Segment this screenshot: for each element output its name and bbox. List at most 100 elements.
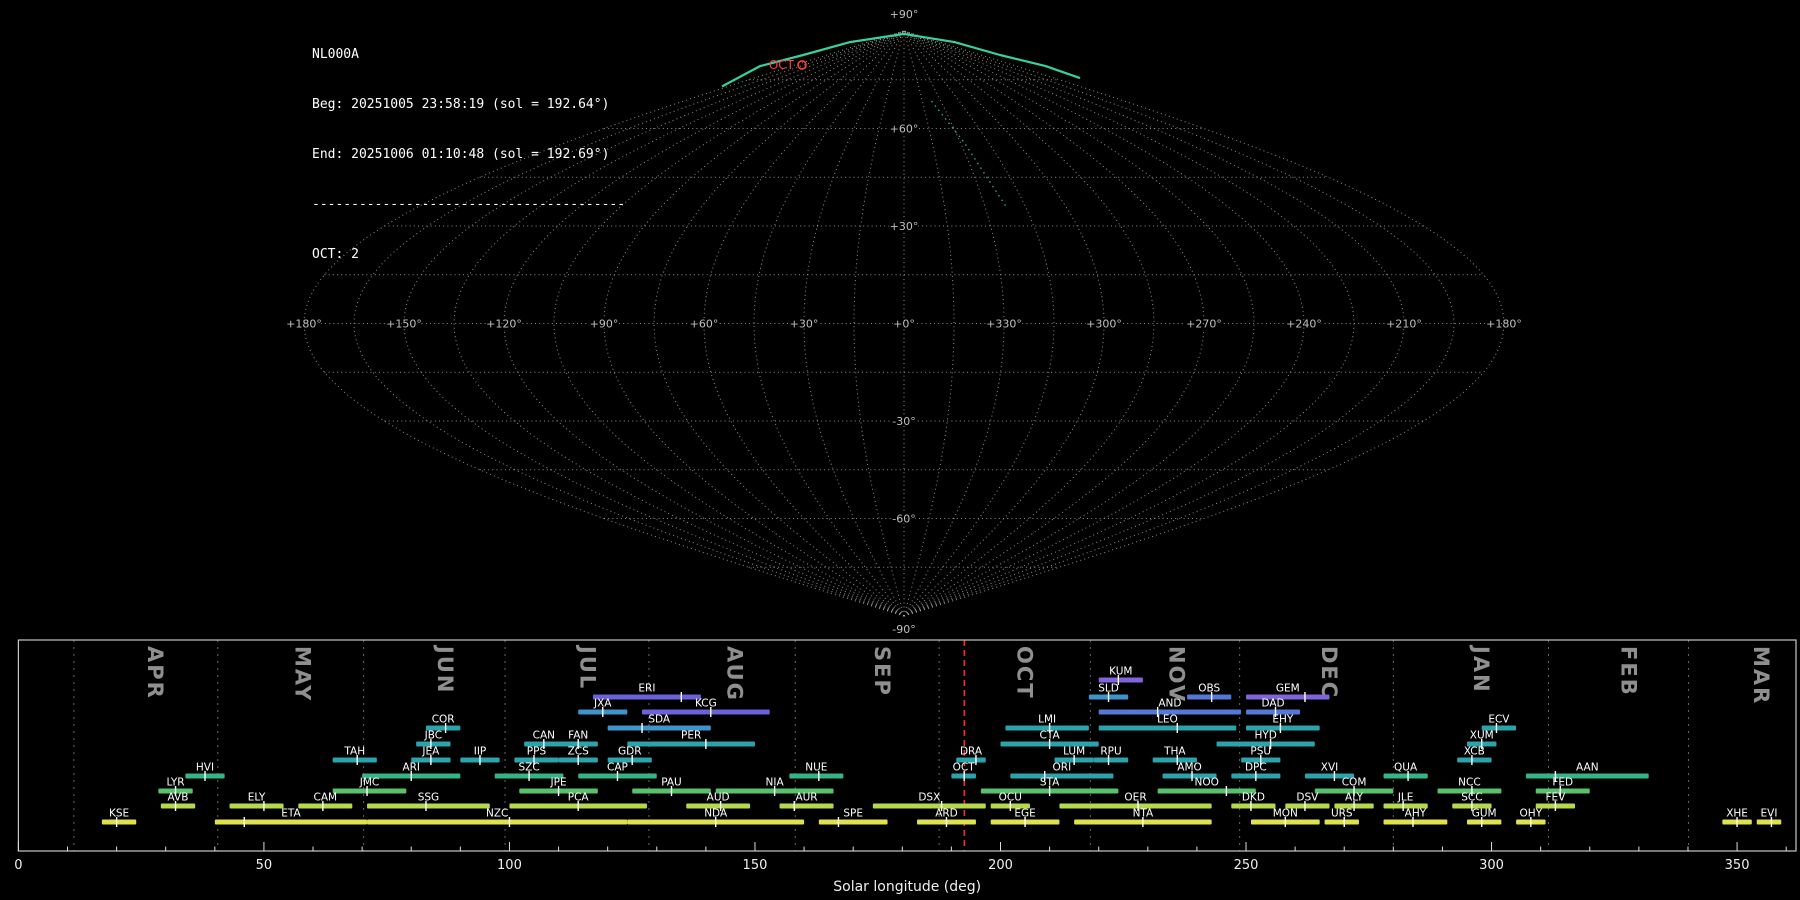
- month-label: JUL: [575, 644, 599, 690]
- shower-label-ARI: ARI: [402, 762, 420, 774]
- shower-label-PAU: PAU: [661, 777, 682, 789]
- month-label: OCT: [1012, 646, 1036, 700]
- shower-label-NUE: NUE: [805, 762, 827, 774]
- shower-bar-URS: [1324, 819, 1359, 825]
- shower-label-MON: MON: [1273, 808, 1298, 820]
- shower-label-OER: OER: [1124, 792, 1146, 804]
- shower-bar-ELY: [229, 803, 284, 809]
- shower-label-FEV: FEV: [1545, 792, 1566, 804]
- shower-label-URS: URS: [1331, 808, 1353, 820]
- shower-label-CAM: CAM: [314, 792, 338, 804]
- shower-label-OCT: OCT: [953, 762, 976, 774]
- shower-label-GDR: GDR: [618, 746, 642, 758]
- month-label: SEP: [870, 646, 894, 697]
- shower-label-KSE: KSE: [109, 808, 129, 820]
- shower-bar-PER: [627, 741, 755, 747]
- shower-label-SZC: SZC: [518, 762, 539, 774]
- shower-label-RPU: RPU: [1100, 746, 1121, 758]
- shower-bar-JMC: [332, 788, 407, 794]
- shower-label-CTA: CTA: [1040, 730, 1061, 742]
- shower-label-FED: FED: [1552, 777, 1573, 789]
- month-label: FEB: [1616, 646, 1640, 697]
- session-end: End: 20251006 01:10:48 (sol = 192.69°): [312, 147, 610, 162]
- shower-bar-QUA: [1383, 773, 1428, 779]
- shower-label-FAN: FAN: [568, 730, 588, 742]
- shower-bar-DSX: [872, 803, 986, 809]
- shower-label-DPC: DPC: [1245, 762, 1267, 774]
- shower-bar-SSG: [367, 803, 490, 809]
- shower-label-KCG: KCG: [695, 698, 717, 710]
- session-begin: Beg: 20251005 23:58:19 (sol = 192.64°): [312, 97, 610, 113]
- shower-label-COR: COR: [432, 714, 455, 726]
- shower-label-PPS: PPS: [527, 746, 547, 758]
- shower-bar-GUM: [1466, 819, 1502, 825]
- shower-label-STA: STA: [1040, 777, 1060, 789]
- shower-label-GEM: GEM: [1276, 683, 1300, 695]
- shower-label-HYD: HYD: [1254, 730, 1276, 742]
- axis-tick-label: 200: [988, 858, 1013, 873]
- shower-label-ECV: ECV: [1488, 714, 1510, 726]
- axis-tick-label: 350: [1725, 858, 1750, 873]
- shower-label-SSG: SSG: [418, 792, 439, 804]
- shower-label-AUD: AUD: [707, 792, 730, 804]
- shower-label-SCC: SCC: [1461, 792, 1482, 804]
- shower-label-LYR: LYR: [166, 777, 184, 789]
- x-axis-title: Solar longitude (deg): [833, 879, 981, 895]
- shower-label-EGE: EGE: [1014, 808, 1035, 820]
- shower-bar-XCB: [1457, 757, 1492, 763]
- shower-label-AMO: AMO: [1177, 762, 1202, 774]
- shower-label-NDA: NDA: [704, 808, 728, 820]
- shower-label-DSX: DSX: [918, 792, 940, 804]
- shower-bar-AHY: [1383, 819, 1448, 825]
- shower-label-EHY: EHY: [1272, 714, 1294, 726]
- month-label: MAY: [290, 646, 314, 702]
- month-label: NOV: [1165, 646, 1189, 703]
- shower-label-XHE: XHE: [1726, 808, 1748, 820]
- shower-bar-ETA: [214, 819, 368, 825]
- shower-bar-AVB: [160, 803, 196, 809]
- activity-timeline-chart: APR MAY JUN JUL AUG SEP OCT NOV DEC JAN FEB MAR KUM E…: [14, 639, 1797, 895]
- shower-label-ETA: ETA: [281, 808, 301, 820]
- shower-bar-NUE: [789, 773, 844, 779]
- shower-bar-SPE: [818, 819, 888, 825]
- shower-label-DKD: DKD: [1242, 792, 1265, 804]
- shower-label-PER: PER: [681, 730, 701, 742]
- shower-label-NOO: NOO: [1195, 777, 1219, 789]
- shower-label-JBC: JBC: [424, 730, 442, 742]
- shower-label-TAH: TAH: [343, 746, 365, 758]
- shower-label-ORI: ORI: [1053, 762, 1072, 774]
- month-label: JUN: [433, 644, 457, 694]
- shower-label-GUM: GUM: [1472, 808, 1497, 820]
- shower-bar-KSE: [101, 819, 137, 825]
- shower-bar-OBS: [1187, 694, 1232, 700]
- shower-bar-ORI: [1010, 773, 1114, 779]
- shower-bar-DKD: [1231, 803, 1276, 809]
- shower-label-LMI: LMI: [1038, 714, 1056, 726]
- shower-label-OBS: OBS: [1198, 683, 1220, 695]
- shower-bar-RPU: [1093, 757, 1129, 763]
- shower-label-SLD: SLD: [1098, 683, 1119, 695]
- shower-label-JPE: JPE: [550, 777, 567, 789]
- shower-label-ALY: ALY: [1345, 792, 1364, 804]
- shower-bar-AAN: [1525, 773, 1649, 779]
- axis-tick-label: 0: [14, 858, 22, 873]
- shower-label-DRA: DRA: [960, 746, 983, 758]
- shower-label-CAP: CAP: [607, 762, 628, 774]
- meteor-monitor-screen: +180° +150° +120° +90° +60° +30° +0° +330° +300°…: [0, 0, 1800, 900]
- shower-bar-GEM: [1246, 694, 1330, 700]
- shower-label-XCB: XCB: [1464, 746, 1485, 758]
- month-label: AUG: [723, 646, 747, 702]
- session-info-block: NL000A Beg: 20251005 23:58:19 (sol = 192…: [312, 14, 625, 297]
- shower-label-LEO: LEO: [1157, 714, 1178, 726]
- shower-label-SPE: SPE: [843, 808, 863, 820]
- shower-label-AHY: AHY: [1405, 808, 1427, 820]
- shower-label-QUA: QUA: [1394, 762, 1418, 774]
- shower-label-SDA: SDA: [648, 714, 671, 726]
- axis-tick-label: 100: [497, 858, 522, 873]
- shower-bar-CAM: [298, 803, 353, 809]
- shower-label-AUR: AUR: [795, 792, 817, 804]
- station-id: NL000A: [312, 47, 359, 63]
- shower-bar-EVI: [1756, 819, 1782, 825]
- axis-tick-label: 300: [1479, 858, 1504, 873]
- separator-line: ----------------------------------------: [312, 196, 626, 212]
